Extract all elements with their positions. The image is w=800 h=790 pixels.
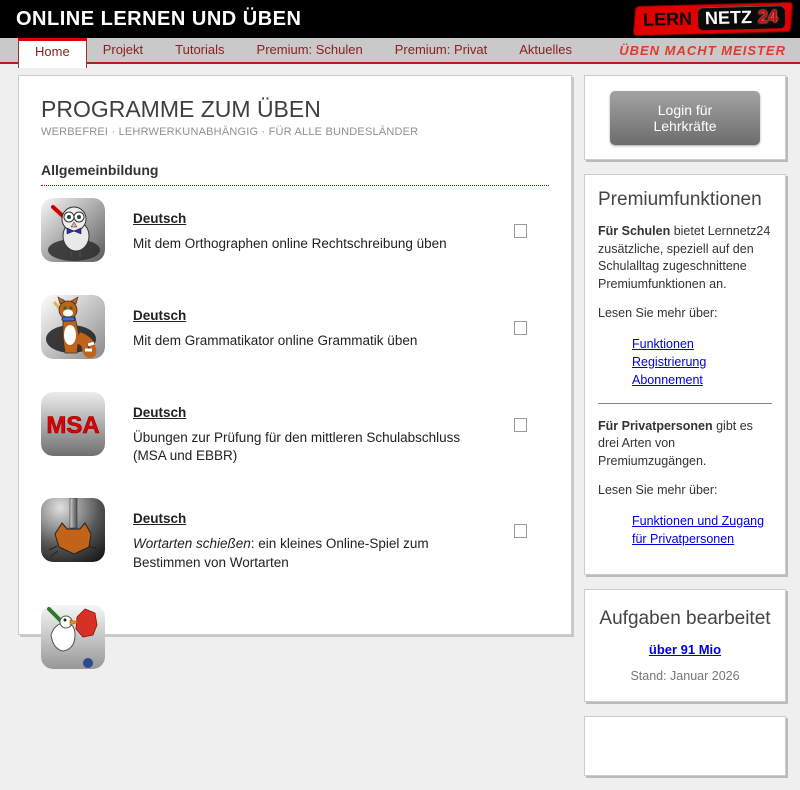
logo-lern-text: LERN (642, 8, 693, 30)
divider (598, 402, 772, 404)
program-checkbox[interactable] (514, 321, 527, 335)
premium-private-paragraph: Für Privatpersonen gibt es drei Arten vo… (598, 418, 772, 471)
goose-germany-map-icon[interactable] (41, 604, 105, 669)
list-item: Deutsch Wortarten schießen: ein kleines … (41, 498, 549, 571)
program-list: Deutsch Mit dem Orthographen online Rech… (41, 198, 549, 669)
owl-with-red-pen-icon[interactable] (41, 198, 105, 262)
login-button[interactable]: Login für Lehrkräfte (610, 90, 760, 145)
premium-private-bold: Für Privatpersonen (598, 418, 713, 433)
tab-tutorials[interactable]: Tutorials (159, 38, 240, 62)
page-subtitle: WERBEFREI · LEHRWERKUNABHÄNGIG · FÜR ALL… (41, 126, 419, 138)
page-title: PROGRAMME ZUM ÜBEN (41, 96, 321, 122)
cat-with-pencil-icon[interactable] (41, 295, 105, 359)
login-card: Login für Lehrkräfte (584, 75, 786, 160)
link-registrierung[interactable]: Registrierung (632, 353, 772, 371)
list-item: MSA Deutsch Übungen zur Prüfung für den … (41, 392, 549, 465)
program-text: Deutsch Wortarten schießen: ein kleines … (133, 498, 486, 571)
program-description: Mit dem Grammatikator online Grammatik ü… (133, 333, 418, 348)
program-checkbox[interactable] (514, 524, 527, 539)
link-abonnement[interactable]: Abonnement (632, 371, 772, 389)
program-checkbox[interactable] (514, 418, 527, 432)
main-navigation: Home Projekt Tutorials Premium: Schulen … (0, 38, 800, 68)
premium-schools-paragraph: Für Schulen bietet Lernnetz24 zusätzlich… (598, 223, 772, 293)
tab-projekt[interactable]: Projekt (87, 38, 159, 62)
cat-head-shooting-icon[interactable] (41, 498, 105, 563)
program-checkbox[interactable] (514, 224, 527, 238)
list-item: Deutsch Mit dem Grammatikator online Gra… (41, 295, 549, 359)
premium-private-links: Funktionen und Zugang für Privatpersonen (632, 512, 772, 548)
tab-premium-schulen[interactable]: Premium: Schulen (241, 38, 379, 62)
program-text: Deutsch Übungen zur Prüfung für den mitt… (133, 392, 486, 465)
tasks-count-link[interactable]: über 91 Mio (649, 642, 721, 657)
tasks-stand-date: Stand: Januar 2026 (630, 669, 740, 684)
program-description: Übungen zur Prüfung für den mittleren Sc… (133, 430, 461, 464)
link-funktionen[interactable]: Funktionen (632, 335, 772, 353)
section-heading-allgemeinbildung: Allgemeinbildung (41, 162, 549, 186)
program-text: Deutsch Mit dem Orthographen online Rech… (133, 198, 486, 262)
tab-home[interactable]: Home (18, 38, 87, 68)
read-more-label: Lesen Sie mehr über: (598, 306, 718, 320)
logo-netz-box: NETZ 24 (697, 5, 786, 31)
list-item: Deutsch Mit dem Orthographen online Rech… (41, 198, 549, 262)
next-card-partial (584, 716, 786, 777)
program-text (133, 605, 549, 669)
logo-24-text: 24 (757, 6, 779, 27)
tasks-title: Aufgaben bearbeitet (599, 608, 771, 630)
list-item (41, 604, 549, 669)
premium-school-links: Funktionen Registrierung Abonnement (632, 335, 772, 389)
program-link-deutsch[interactable]: Deutsch (133, 308, 186, 323)
read-more-label: Lesen Sie mehr über: (598, 483, 718, 498)
msa-badge-text: MSA (46, 412, 99, 439)
lernnetz24-logo[interactable]: LERN NETZ 24 (632, 1, 794, 37)
sidebar: Login für Lehrkräfte Premiumfunktionen F… (584, 75, 786, 790)
top-header-bar: ONLINE LERNEN UND ÜBEN LERN NETZ 24 (0, 0, 800, 38)
program-link-deutsch[interactable]: Deutsch (133, 405, 186, 420)
program-description: Wortarten schießen: ein kleines Online-S… (133, 535, 486, 571)
logo-netz-text: NETZ (704, 6, 753, 29)
tab-aktuelles[interactable]: Aktuelles (503, 38, 588, 62)
premium-schools-bold: Für Schulen (598, 224, 671, 238)
program-description: Mit dem Orthographen online Rechtschreib… (133, 236, 447, 251)
site-title: ONLINE LERNEN UND ÜBEN (16, 8, 302, 30)
tasks-card: Aufgaben bearbeitet über 91 Mio Stand: J… (584, 589, 786, 703)
premium-card: Premiumfunktionen Für Schulen bietet Ler… (584, 174, 786, 576)
slogan-text: ÜBEN MACHT MEISTER (619, 43, 786, 58)
premium-title: Premiumfunktionen (598, 189, 762, 210)
program-text: Deutsch Mit dem Grammatikator online Gra… (133, 295, 486, 359)
main-content-card: PROGRAMME ZUM ÜBEN WERBEFREI · LEHRWERKU… (18, 75, 572, 669)
tab-premium-privat[interactable]: Premium: Privat (379, 38, 503, 62)
msa-badge-icon[interactable]: MSA (41, 392, 105, 456)
program-description-italic: Wortarten schießen (133, 536, 251, 552)
program-link-deutsch[interactable]: Deutsch (133, 511, 186, 526)
program-link-deutsch[interactable]: Deutsch (133, 211, 186, 226)
link-privatpersonen[interactable]: Funktionen und Zugang für Privatpersonen (632, 512, 772, 548)
